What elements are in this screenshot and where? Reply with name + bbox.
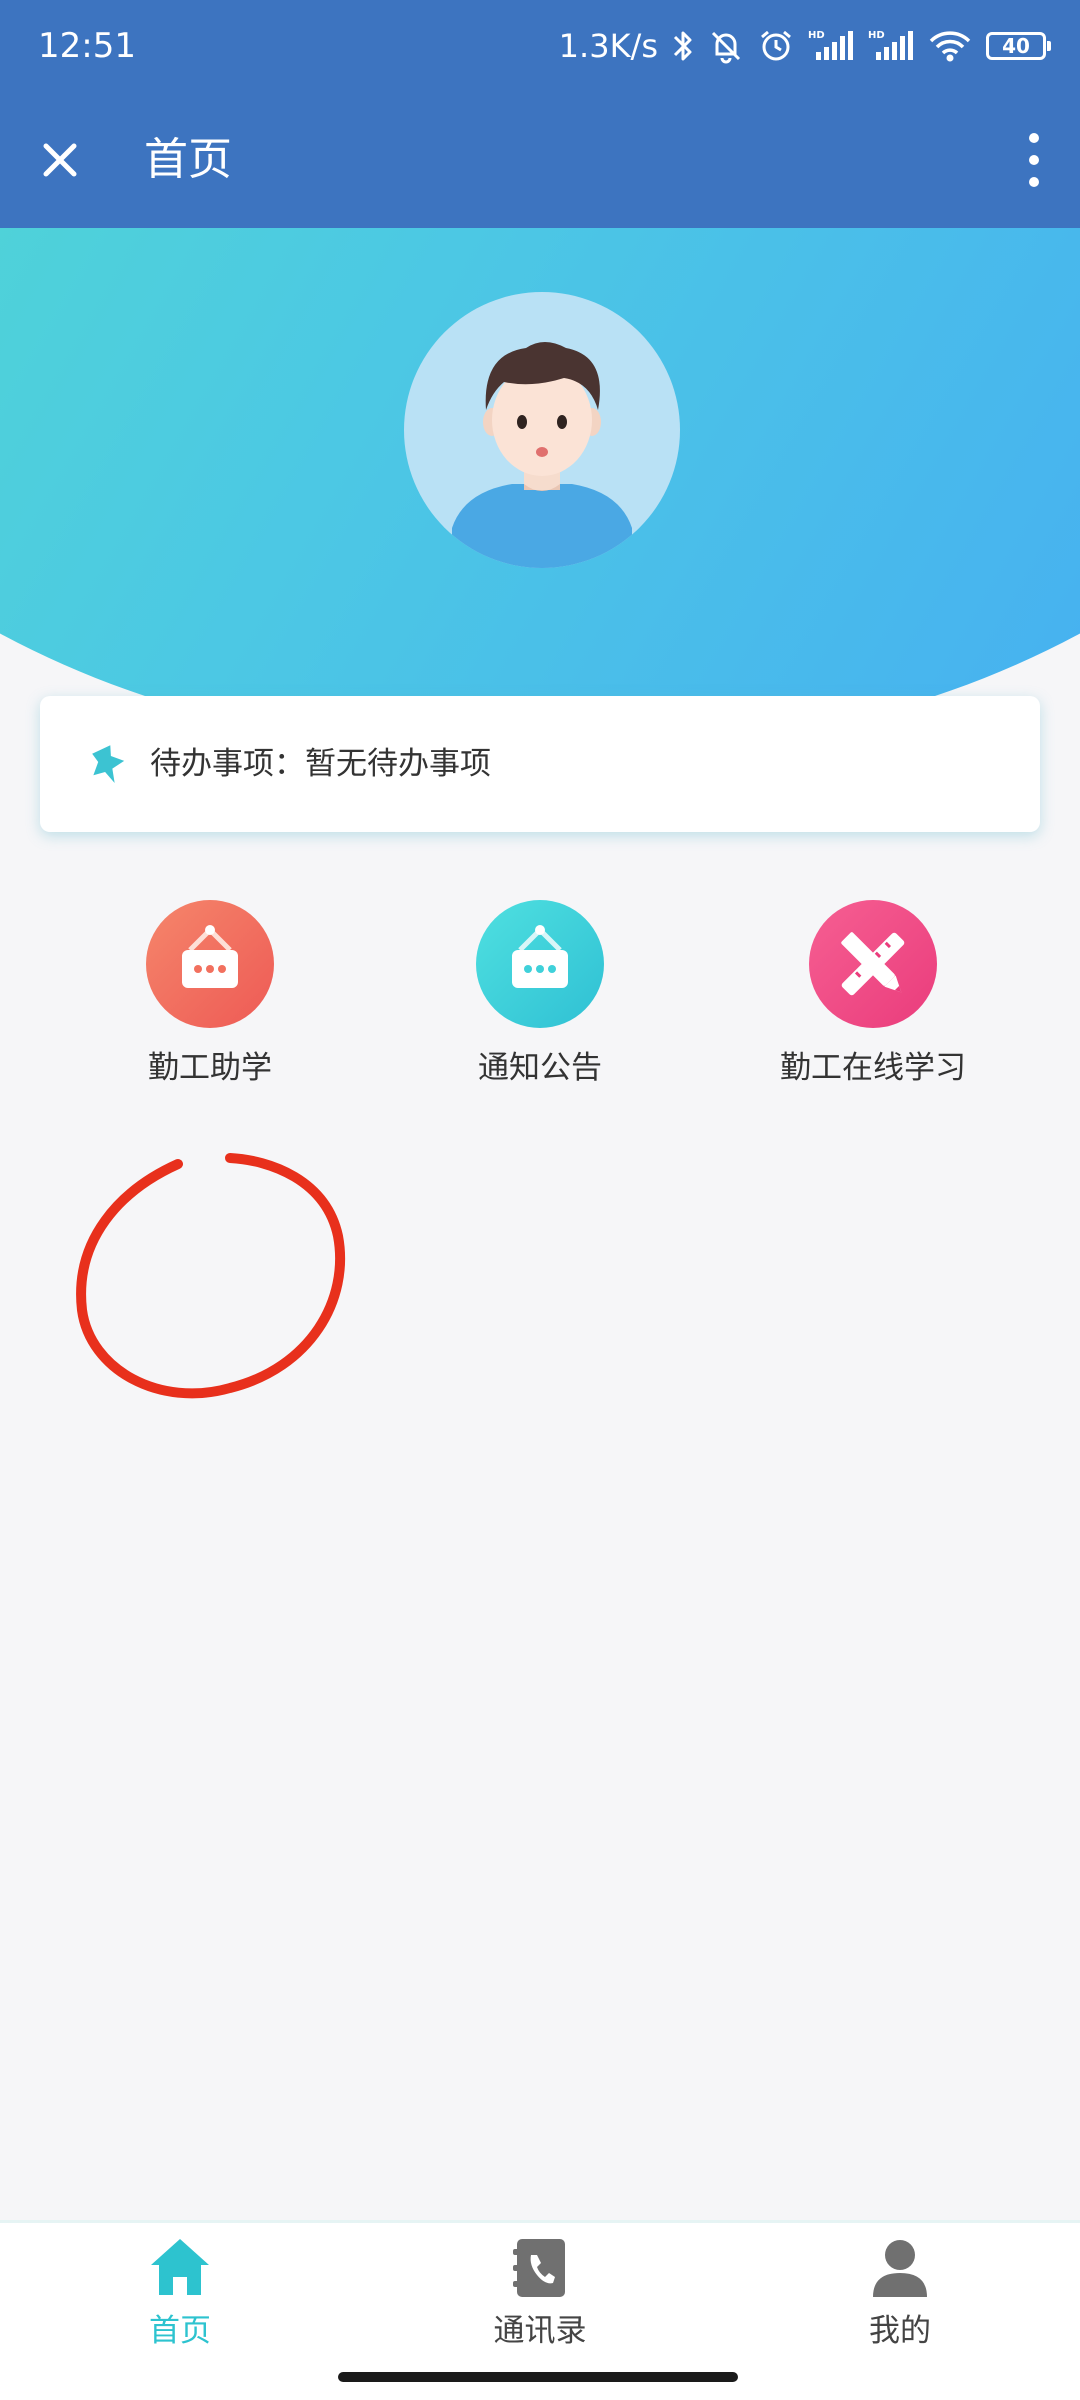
close-icon[interactable] <box>28 128 92 192</box>
avatar-illustration <box>452 342 632 568</box>
title-bar: 首页 <box>0 92 1080 228</box>
tab-contacts[interactable]: 通讯录 <box>360 2223 720 2373</box>
red-circle-annotation <box>76 1153 346 1399</box>
todo-text: 待办事项：暂无待办事项 <box>150 746 491 782</box>
person-icon <box>873 2240 927 2297</box>
battery-indicator: 40 <box>986 32 1051 60</box>
status-bar: 12:51 1.3K/s HD HD 40 <box>0 0 1080 92</box>
grid-item-notice[interactable]: 通知公告 <box>370 900 710 1100</box>
pin-icon <box>92 745 125 783</box>
sign-board-icon <box>476 900 604 1028</box>
svg-text:HD: HD <box>868 30 885 41</box>
more-vertical-icon[interactable] <box>1010 126 1058 194</box>
grid-label: 勤工助学 <box>148 1050 272 1086</box>
hd-signal-icon: HD <box>868 30 913 60</box>
contacts-book-icon <box>513 2239 565 2297</box>
sign-board-icon <box>146 900 274 1028</box>
grid-item-online-learning[interactable]: 勤工在线学习 <box>703 900 1043 1100</box>
grid-item-work-study[interactable]: 勤工助学 <box>40 900 380 1100</box>
wifi-icon <box>929 31 971 62</box>
bell-muted-icon <box>711 31 741 64</box>
grid-label: 通知公告 <box>478 1050 602 1086</box>
tab-home[interactable]: 首页 <box>0 2223 360 2373</box>
tab-label: 我的 <box>869 2313 931 2349</box>
home-icon <box>151 2239 209 2295</box>
user-avatar[interactable] <box>404 292 680 568</box>
grid-label: 勤工在线学习 <box>780 1050 966 1086</box>
bluetooth-icon <box>673 31 692 61</box>
svg-text:HD: HD <box>808 30 825 41</box>
tab-mine[interactable]: 我的 <box>720 2223 1080 2373</box>
home-indicator[interactable] <box>338 2372 738 2382</box>
quick-grid: 勤工助学 通知公告 勤工在线学习 <box>0 900 1080 1100</box>
hero-banner <box>0 228 1080 758</box>
page-title: 首页 <box>144 134 232 185</box>
hd-signal-icon: HD <box>808 30 853 60</box>
network-speed: 1.3K/s <box>558 27 658 65</box>
tab-label: 首页 <box>149 2313 211 2349</box>
status-icons: 1.3K/s HD HD 40 <box>558 20 1051 72</box>
pencil-ruler-icon <box>809 900 937 1028</box>
todo-card[interactable]: 待办事项：暂无待办事项 <box>40 696 1040 832</box>
tab-label: 通讯录 <box>493 2313 587 2349</box>
status-time: 12:51 <box>38 26 136 66</box>
alarm-icon <box>761 30 791 61</box>
